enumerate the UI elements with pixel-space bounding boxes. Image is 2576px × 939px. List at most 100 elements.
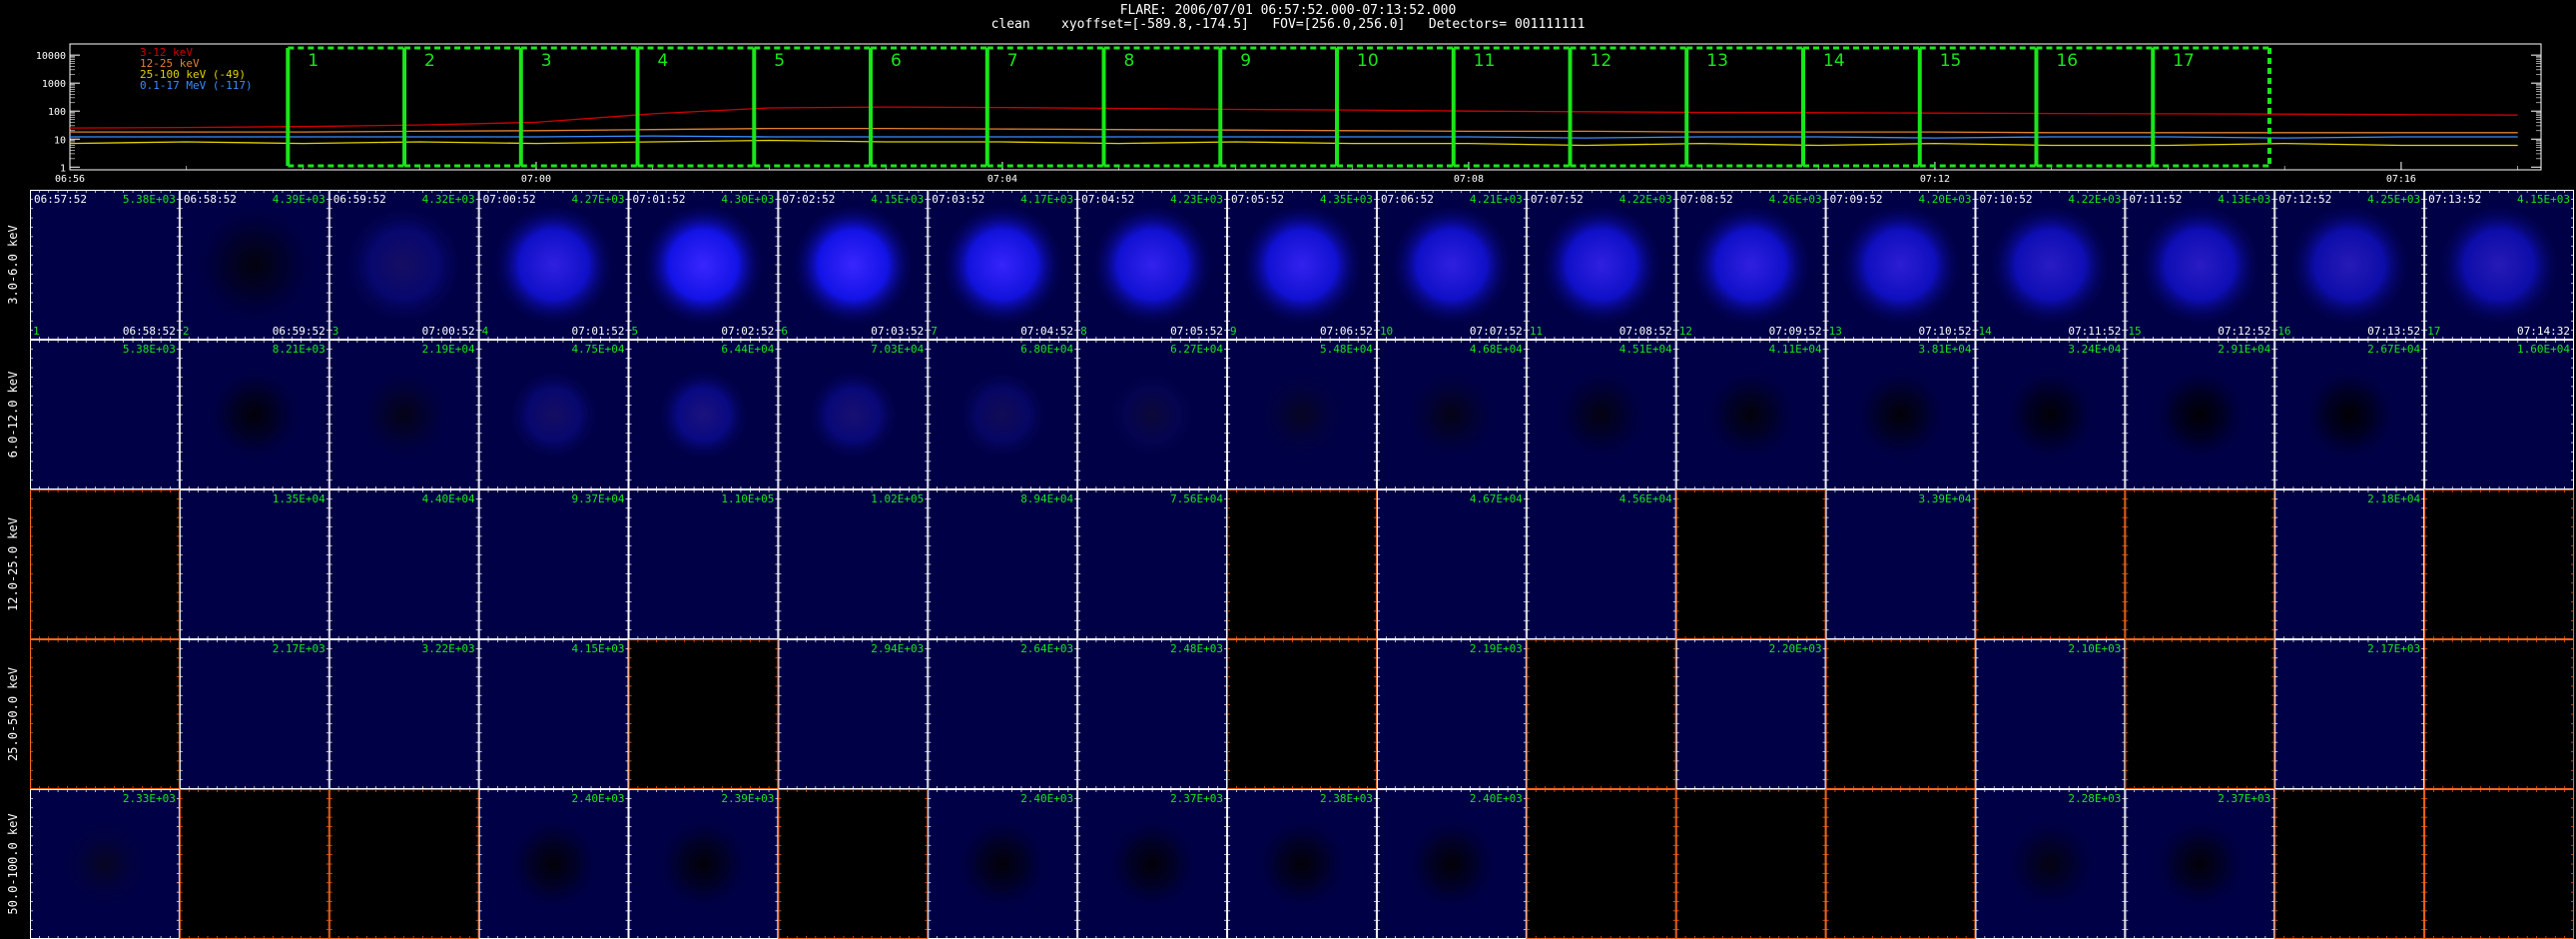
panel-background (30, 639, 180, 789)
panel-peak-value: 4.67E+04 (1470, 492, 1523, 505)
interval-number: 12 (1591, 51, 1612, 71)
panel-peak-value: 6.80E+04 (1020, 343, 1073, 356)
panel-background (1077, 639, 1228, 789)
panel-peak-value: 1.02E+05 (871, 492, 924, 505)
interval-number: 15 (1940, 51, 1962, 71)
panel-number: 6 (781, 325, 788, 338)
source-emission (1553, 367, 1649, 463)
source-emission (1254, 367, 1350, 463)
source-emission (940, 202, 1066, 328)
panel-start-time: 07:11:52 (2129, 193, 2182, 206)
panel-peak-value: 5.38E+03 (123, 343, 176, 356)
image-panel: 2.33E+03 (30, 789, 180, 939)
panel-background (2424, 639, 2574, 789)
image-panel: 6.27E+04 (1077, 340, 1228, 489)
source-emission (805, 367, 902, 463)
panel-peak-value: 4.30E+03 (721, 193, 774, 206)
source-emission (1239, 202, 1365, 328)
panel-end-time: 07:12:52 (2218, 325, 2270, 338)
panel-peak-value: 4.21E+03 (1470, 193, 1523, 206)
panel-background (1077, 489, 1228, 639)
source-emission (2002, 367, 2099, 463)
image-panel: 4.11E+04 (1675, 340, 1826, 489)
panel-number: 3 (332, 325, 339, 338)
panel-number: 8 (1080, 325, 1087, 338)
panel-background (628, 639, 779, 789)
image-panel (2125, 489, 2275, 639)
panel-peak-value: 3.81E+04 (1918, 343, 1971, 356)
panel-start-time: 07:09:52 (1830, 193, 1883, 206)
image-panel: 4.23E+03 07:04:52 07:05:52 8 (1077, 190, 1228, 340)
y-tick-label: 1 (60, 163, 66, 174)
panel-peak-value: 4.39E+03 (273, 193, 325, 206)
panel-peak-value: 2.94E+03 (871, 642, 924, 655)
panel-peak-value: 5.38E+03 (123, 193, 176, 206)
image-panel: 1.10E+05 (628, 489, 779, 639)
interval-box: 17 (2151, 46, 2271, 168)
interval-number: 6 (891, 51, 902, 71)
panel-start-time: 07:06:52 (1381, 193, 1434, 206)
panel-background (1975, 489, 2126, 639)
panel-peak-value: 2.10E+03 (2068, 642, 2121, 655)
interval-number: 16 (2056, 51, 2078, 71)
plot-header: FLARE: 2006/07/01 06:57:52.000-07:13:52.… (0, 0, 2576, 40)
panel-number: 7 (931, 325, 938, 338)
panel-end-time: 06:59:52 (273, 325, 325, 338)
interval-number: 3 (541, 51, 552, 71)
panel-start-time: 06:59:52 (333, 193, 386, 206)
panel-peak-value: 2.67E+04 (2367, 343, 2420, 356)
panel-peak-value: 4.11E+04 (1769, 343, 1822, 356)
image-panel: 1.02E+05 (778, 489, 929, 639)
image-panel: 4.13E+03 07:11:52 07:12:52 15 (2125, 190, 2275, 340)
image-panel: 3.22E+03 (328, 639, 479, 789)
panel-background (1975, 639, 2126, 789)
image-panel (2125, 639, 2275, 789)
panel-peak-value: 2.17E+03 (2367, 642, 2420, 655)
panel-number: 16 (2277, 325, 2290, 338)
image-panel: 4.27E+03 07:00:52 07:01:52 4 (478, 190, 629, 340)
image-panel: 4.68E+04 (1376, 340, 1527, 489)
panel-background (2125, 489, 2275, 639)
image-panel: 4.35E+03 07:05:52 07:06:52 9 (1227, 190, 1377, 340)
image-panel: 4.51E+04 (1526, 340, 1676, 489)
image-panel: 2.94E+03 (778, 639, 929, 789)
source-emission (1702, 367, 1799, 463)
source-emission (1852, 367, 1949, 463)
panel-background (478, 639, 629, 789)
image-panel: 4.32E+03 06:59:52 07:00:52 3 (328, 190, 479, 340)
panel-peak-value: 2.64E+03 (1020, 642, 1073, 655)
interval-number: 2 (424, 51, 435, 71)
source-emission (206, 367, 303, 463)
panel-background (30, 190, 180, 340)
source-emission (655, 367, 752, 463)
panel-background (778, 639, 929, 789)
panel-start-time: 07:13:52 (2428, 193, 2481, 206)
interval-box: 16 (2034, 46, 2154, 168)
image-panel: 2.10E+03 (1975, 639, 2126, 789)
image-panel: 3.24E+04 (1975, 340, 2126, 489)
panel-end-time: 07:08:52 (1619, 325, 1672, 338)
interval-box: 10 (1335, 46, 1454, 168)
image-panel: 4.30E+03 07:01:52 07:02:52 5 (628, 190, 779, 340)
panel-peak-value: 4.17E+03 (1020, 193, 1073, 206)
x-tick-label: 07:16 (2386, 174, 2416, 185)
interval-box: 15 (1917, 46, 2037, 168)
panel-background (1825, 639, 1976, 789)
panel-start-time: 07:07:52 (1531, 193, 1584, 206)
interval-box: 12 (1568, 46, 1687, 168)
source-emission (191, 202, 318, 328)
image-panel: 2.17E+03 (179, 639, 329, 789)
panel-peak-value: 4.32E+03 (422, 193, 475, 206)
interval-box: 13 (1684, 46, 1804, 168)
image-panel (1975, 489, 2126, 639)
panel-number: 14 (1978, 325, 1992, 338)
image-panel: 2.64E+03 (928, 639, 1078, 789)
panel-peak-value: 4.13E+03 (2218, 193, 2270, 206)
panel-peak-value: 4.68E+04 (1470, 343, 1523, 356)
panel-background (1227, 639, 1377, 789)
panel-background (2424, 489, 2574, 639)
energy-band-label: 12.0-25.0 keV (6, 517, 20, 611)
panel-background (30, 340, 180, 489)
panel-background (1675, 489, 1826, 639)
series-line-3 (70, 135, 2518, 139)
